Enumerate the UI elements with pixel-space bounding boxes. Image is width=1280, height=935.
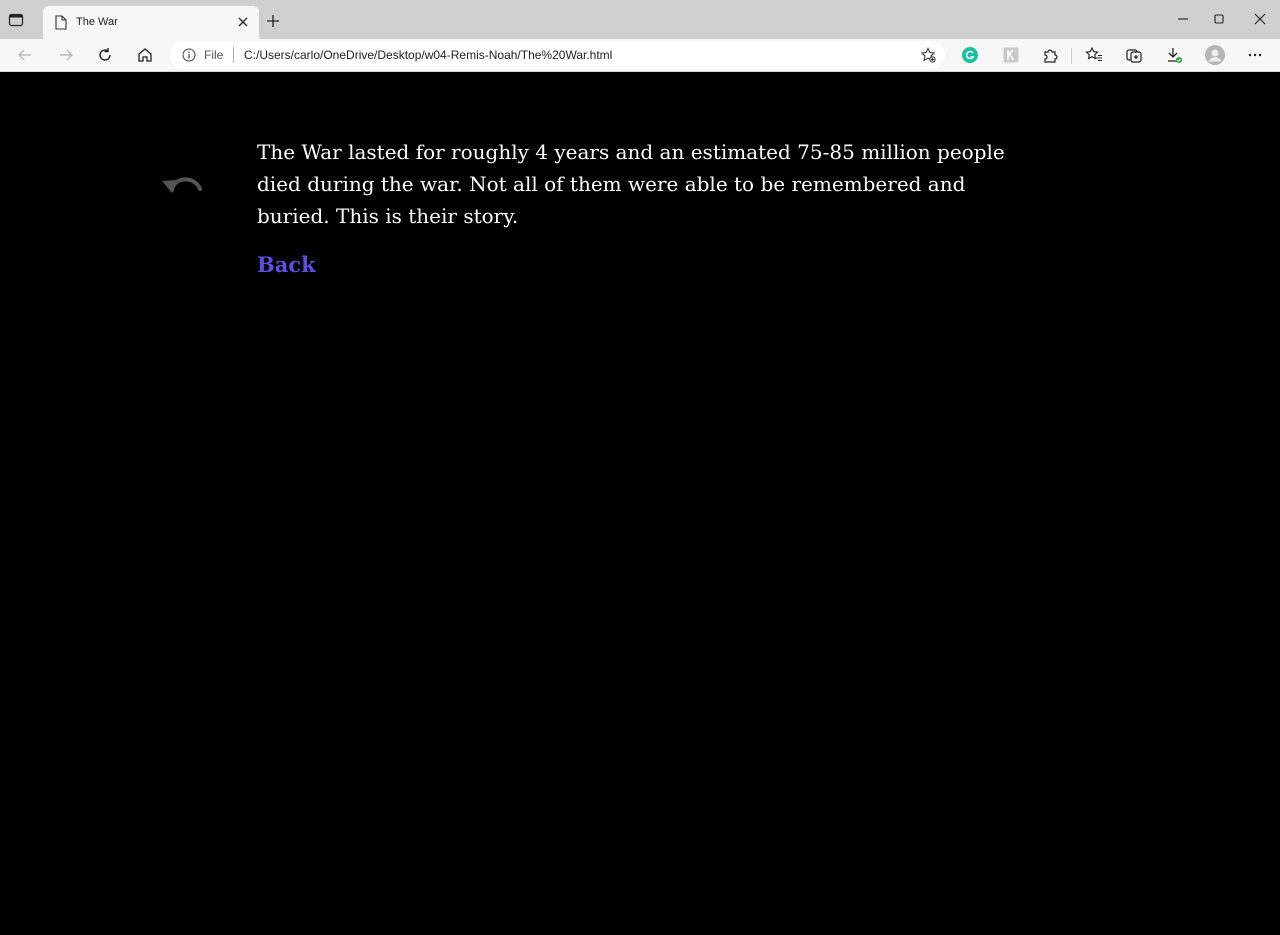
collections-icon[interactable] bbox=[1125, 46, 1143, 64]
downloads-icon[interactable] bbox=[1165, 46, 1183, 64]
undo-arrow-icon bbox=[162, 177, 202, 193]
address-separator bbox=[233, 47, 234, 63]
refresh-icon[interactable] bbox=[96, 46, 114, 64]
tab-actions-icon[interactable] bbox=[8, 12, 24, 28]
url-text[interactable]: C:/Users/carlo/OneDrive/Desktop/w04-Remi… bbox=[244, 48, 612, 62]
extensions-icon[interactable] bbox=[1041, 46, 1059, 64]
extension-k-icon[interactable] bbox=[1002, 46, 1020, 64]
back-link[interactable]: Back bbox=[257, 252, 316, 277]
grammarly-icon[interactable] bbox=[961, 46, 979, 64]
new-tab-icon[interactable] bbox=[266, 14, 280, 28]
info-icon[interactable] bbox=[182, 48, 196, 62]
address-bar[interactable]: File C:/Users/carlo/OneDrive/Desktop/w04… bbox=[170, 41, 945, 69]
page-viewport: The War lasted for roughly 4 years and a… bbox=[0, 72, 1280, 935]
home-icon[interactable] bbox=[136, 46, 154, 64]
toolbar-divider bbox=[1071, 48, 1072, 64]
close-window-icon[interactable] bbox=[1253, 12, 1267, 26]
maximize-icon[interactable] bbox=[1212, 12, 1226, 26]
story-paragraph: The War lasted for roughly 4 years and a… bbox=[257, 140, 1005, 228]
browser-toolbar: File C:/Users/carlo/OneDrive/Desktop/w04… bbox=[0, 39, 1280, 72]
tab-the-war[interactable]: The War bbox=[43, 6, 259, 39]
close-tab-icon[interactable] bbox=[237, 16, 249, 28]
scheme-label: File bbox=[204, 48, 224, 62]
add-favorite-icon[interactable] bbox=[920, 47, 936, 63]
profile-avatar-icon[interactable] bbox=[1205, 45, 1225, 65]
document-icon bbox=[55, 15, 67, 30]
back-arrow-icon[interactable] bbox=[16, 46, 34, 64]
tab-strip: The War bbox=[0, 0, 1280, 39]
tab-title: The War bbox=[76, 16, 118, 28]
favorites-icon[interactable] bbox=[1085, 46, 1103, 64]
minimize-icon[interactable] bbox=[1176, 12, 1190, 26]
more-options-icon[interactable] bbox=[1246, 46, 1264, 64]
forward-arrow-icon[interactable] bbox=[57, 46, 75, 64]
